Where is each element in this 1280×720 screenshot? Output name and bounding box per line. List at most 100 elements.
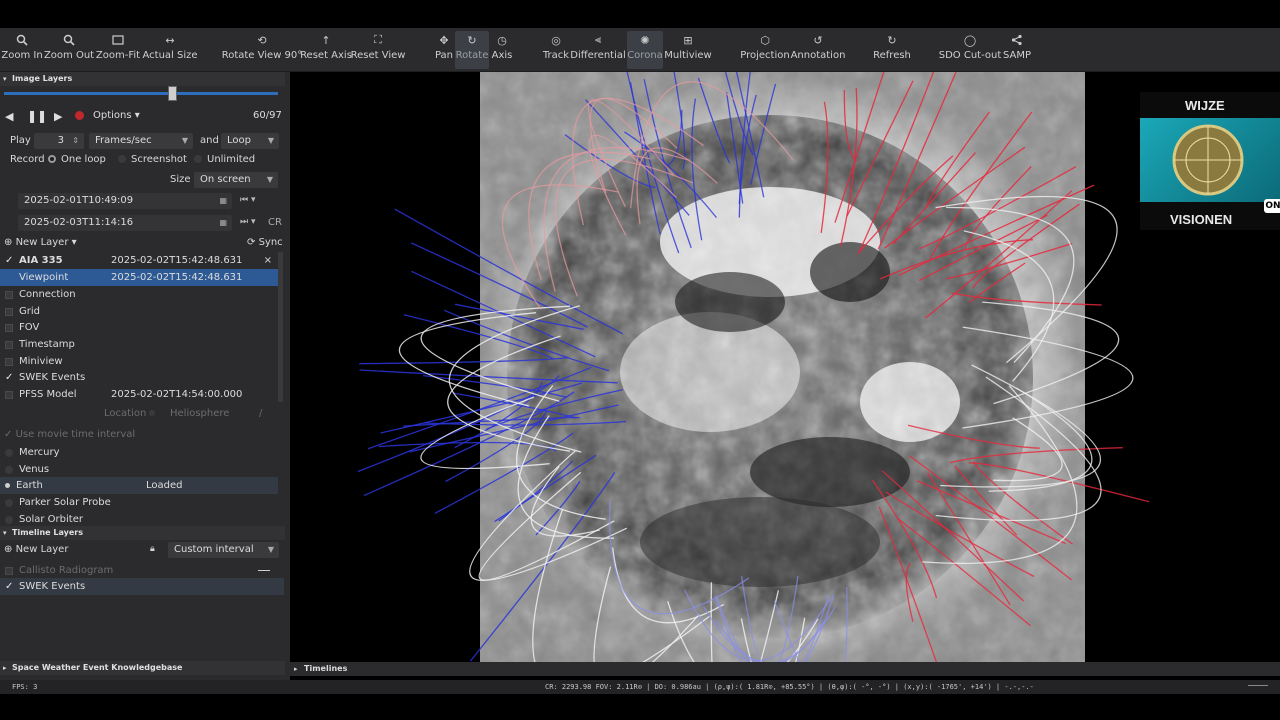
movie-time-slider-handle[interactable] [168,86,177,101]
reset-view-button[interactable]: ⛶ Reset View [351,31,406,69]
zoom-in-button[interactable]: Zoom In [1,31,43,69]
options-menu[interactable]: Options ▾ [93,110,140,121]
track-icon: ◎ [551,33,561,47]
actual-size-button[interactable]: ↔ Actual Size [142,31,197,69]
timeline-layers-section-header[interactable]: ▾ Timeline Layers [0,526,285,540]
rotate-button[interactable]: ↻ Rotate [455,31,489,69]
viewpoint-location-radio[interactable]: Location [104,408,160,419]
record-size-select[interactable]: On screen ▼ [194,172,278,188]
layer-row-pfss-model[interactable]: PFSS Model 2025-02-02T14:54:00.000 [0,386,278,403]
sdo-cutout-icon: ◯ [963,33,977,47]
new-timeline-layer-button[interactable]: ⊕ New Layer [4,544,68,555]
layer-checkbox[interactable] [5,566,13,575]
timeline-interval-select[interactable]: Custom interval ▼ [168,542,279,558]
zoom-out-button[interactable]: Zoom Out [44,31,94,69]
record-icon[interactable] [75,111,84,120]
play-label: Play [10,135,31,146]
refresh-icon: ↻ [887,33,897,47]
reset-axis-button[interactable]: ↑ Reset Axis [300,31,352,69]
layer-checkbox[interactable] [5,357,13,366]
carrington-rotation-label: CR [268,217,282,228]
remove-layer-icon[interactable]: × [264,255,272,266]
timeline-row-callisto[interactable]: Callisto Radiogram [0,562,278,579]
axis-icon: ◷ [497,33,507,47]
rotate-view-button[interactable]: ⟲ Rotate View 90° [222,31,303,69]
timelines-panel-header[interactable]: ▸ Timelines [290,662,1280,676]
frame-counter: 60/97 [253,110,282,121]
frames-unit-select[interactable]: Frames/sec ▼ [89,133,193,149]
layer-row-swek-events[interactable]: ✓ SWEK Events [0,369,278,386]
annotation-button[interactable]: ↺ Annotation [791,31,846,69]
collapse-triangle-icon: ▾ [3,529,7,537]
new-image-layer-button[interactable]: ⊕ New Layer ▾ [4,237,77,248]
start-time-field[interactable]: 2025-02-01T10:49:09 ▦ [18,193,232,209]
jump-end-icon[interactable]: ⏭ ▾ [240,217,255,227]
swek-section-header[interactable]: ▸ Space Weather Event Knowledgebase [0,661,285,675]
pause-icon[interactable]: ❚❚ [27,109,47,123]
and-label: and [200,135,219,146]
layer-row-grid[interactable]: Grid [0,303,278,320]
projection-button[interactable]: ⬡ Projection [740,31,790,69]
window-title-bar [0,0,1280,28]
zoom-fit-button[interactable]: Zoom-Fit [96,31,140,69]
axis-button[interactable]: ◷ Axis [490,31,514,69]
layer-checkbox[interactable] [5,390,13,399]
layer-checkbox[interactable] [5,290,13,299]
calendar-icon[interactable]: ▦ [219,193,227,209]
layers-scrollbar[interactable] [278,252,283,402]
corona-icon: ✺ [640,33,650,47]
solar-3d-view[interactable]: WIJZE VISIONEN ON [290,72,1280,662]
image-layers-section-header[interactable]: ▾ Image Layers [0,72,285,86]
previous-frame-icon[interactable]: ◀ [5,110,13,123]
layer-row-miniview[interactable]: Miniview [0,353,278,370]
reset-view-icon: ⛶ [374,33,382,46]
use-movie-time-checkbox[interactable]: ✓ Use movie time interval [4,429,135,440]
loop-mode-select[interactable]: Loop ▼ [221,133,279,149]
pan-button[interactable]: ✥ Pan [433,31,455,69]
multiview-button[interactable]: ⊞ Multiview [664,31,711,69]
record-one-loop-radio[interactable]: One loop [48,154,106,165]
status-bar: FPS: 3 CR: 2293.98 FOV: 2.11R⊙ | DO: 0.9… [0,680,1280,694]
corona-button[interactable]: ✺ Corona [627,31,663,69]
sdo-cutout-button[interactable]: ◯ SDO Cut-out [939,31,1002,69]
jump-start-icon[interactable]: ⏮ ▾ [240,195,255,205]
layer-row-viewpoint[interactable]: Viewpoint 2025-02-02T15:42:48.631 [0,269,278,286]
layer-checkbox[interactable] [5,307,13,316]
sync-button[interactable]: ⟳ Sync [247,237,283,248]
track-button[interactable]: ◎ Track [542,31,570,69]
object-row-venus[interactable]: Venus [0,461,278,478]
divider-mark: / [259,408,263,419]
layer-row-aia335[interactable]: ✓ AIA 335 2025-02-02T15:42:48.631 × [0,252,278,269]
minus-icon[interactable] [258,570,270,571]
timeline-row-swek-events[interactable]: ✓ SWEK Events [0,578,284,595]
record-unlimited-radio[interactable]: Unlimited [194,154,255,165]
object-row-earth[interactable]: Earth Loaded [0,477,278,494]
layer-checkbox[interactable] [5,323,13,332]
samp-button[interactable]: SAMP [1002,31,1032,69]
object-row-mercury[interactable]: Mercury [0,444,278,461]
viewpoint-heliosphere-radio[interactable]: Heliosphere [170,408,229,419]
progress-line [1248,685,1268,686]
calendar-icon[interactable]: ▦ [219,215,227,231]
layer-checkbox[interactable]: ✓ [5,581,13,591]
collapse-triangle-icon: ▾ [3,75,7,83]
sun-image-canvas[interactable] [290,72,1280,662]
refresh-button[interactable]: ↻ Refresh [873,31,911,69]
layer-row-timestamp[interactable]: Timestamp [0,336,278,353]
next-frame-icon[interactable]: ▶ [54,110,62,123]
sync-icon: ⟳ [247,237,256,248]
differential-button[interactable]: ⫷ Differential [570,31,626,69]
layer-row-fov[interactable]: FOV [0,319,278,336]
chevron-down-icon: ▼ [267,545,274,554]
expand-triangle-icon: ▸ [3,664,7,672]
layer-checkbox[interactable] [5,340,13,349]
record-screenshot-radio[interactable]: Screenshot [118,154,187,165]
layer-row-connection[interactable]: Connection [0,286,278,303]
end-time-field[interactable]: 2025-02-03T11:14:16 ▦ [18,215,232,231]
movie-time-slider-track[interactable] [4,92,278,95]
play-speed-spinner[interactable]: 3 ⇕ [34,133,84,149]
lock-icon[interactable]: 🔒︎ [150,544,155,554]
object-row-parker-solar-probe[interactable]: Parker Solar Probe [0,494,278,511]
layer-checkbox[interactable]: ✓ [5,372,13,382]
layer-checkbox[interactable]: ✓ [5,255,13,265]
